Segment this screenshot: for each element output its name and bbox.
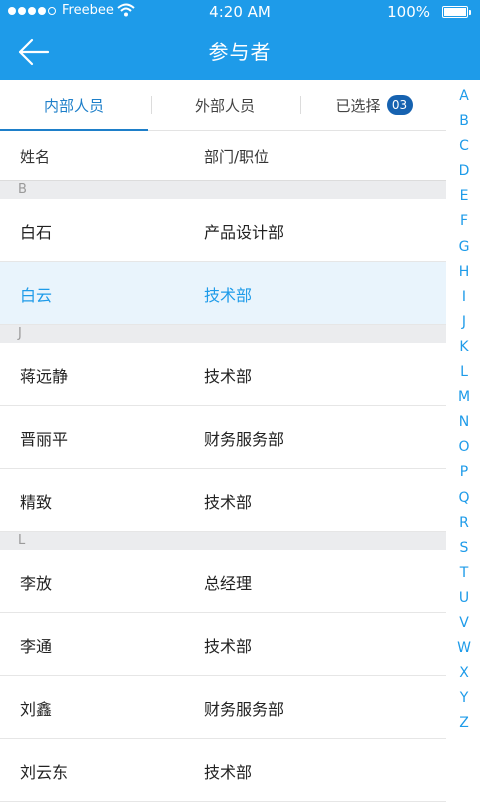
person-name: 蒋远静: [20, 367, 69, 386]
tab-selected[interactable]: 已选择 03: [300, 80, 448, 130]
table-row[interactable]: 精致 技术部: [0, 469, 446, 532]
tab-bar: 内部人员 外部人员 已选择 03: [0, 80, 446, 131]
person-dept: 财务服务部: [204, 700, 285, 719]
table-row[interactable]: 李通 技术部: [0, 613, 446, 676]
column-dept-header: 部门/职位: [204, 148, 270, 166]
person-name: 李放: [20, 574, 53, 593]
person-name: 白石: [20, 223, 53, 242]
person-dept: 技术部: [204, 286, 253, 305]
person-name: 精致: [20, 493, 53, 512]
index-letter-e[interactable]: E: [448, 184, 480, 209]
tab-external[interactable]: 外部人员: [151, 80, 299, 130]
section-header-l: L: [0, 532, 446, 550]
table-row[interactable]: 刘鑫 财务服务部: [0, 676, 446, 739]
index-letter-i[interactable]: I: [448, 285, 480, 310]
table-row[interactable]: 晋丽平 财务服务部: [0, 406, 446, 469]
selected-count-badge: 03: [386, 95, 413, 115]
index-letter-k[interactable]: K: [448, 335, 480, 360]
person-name: 白云: [20, 286, 53, 305]
index-letter-d[interactable]: D: [448, 159, 480, 184]
index-letter-v[interactable]: V: [448, 611, 480, 636]
index-letter-z[interactable]: Z: [448, 711, 480, 736]
contact-list: B 白石 产品设计部 白云 技术部 J 蒋远静 技术部 晋丽平 财务服务部 精致…: [0, 181, 446, 802]
index-letter-t[interactable]: T: [448, 561, 480, 586]
person-name: 刘云东: [20, 763, 69, 782]
index-letter-n[interactable]: N: [448, 410, 480, 435]
column-header: 姓名 部门/职位: [0, 131, 446, 181]
person-dept: 产品设计部: [204, 223, 285, 242]
tab-internal[interactable]: 内部人员: [0, 80, 148, 131]
person-dept: 总经理: [204, 574, 253, 593]
index-letter-u[interactable]: U: [448, 586, 480, 611]
person-dept: 技术部: [204, 637, 253, 656]
person-name: 刘鑫: [20, 700, 53, 719]
index-letter-j[interactable]: J: [448, 310, 480, 335]
person-name: 晋丽平: [20, 430, 69, 449]
tab-internal-label: 内部人员: [43, 96, 104, 115]
index-letter-r[interactable]: R: [448, 511, 480, 536]
section-header-b: B: [0, 181, 446, 199]
person-name: 李通: [20, 637, 53, 656]
battery-icon: [442, 6, 471, 18]
index-letter-w[interactable]: W: [448, 636, 480, 661]
column-name-header: 姓名: [20, 148, 51, 166]
index-letter-q[interactable]: Q: [448, 486, 480, 511]
status-bar: Freebee 4:20 AM 100%: [0, 0, 480, 24]
alphabet-index[interactable]: A B C D E F G H I J K L M N O P Q R S T …: [448, 84, 480, 736]
index-letter-b[interactable]: B: [448, 109, 480, 134]
index-letter-g[interactable]: G: [448, 235, 480, 260]
person-dept: 技术部: [204, 763, 253, 782]
index-letter-f[interactable]: F: [448, 209, 480, 234]
index-letter-l[interactable]: L: [448, 360, 480, 385]
person-dept: 技术部: [204, 493, 253, 512]
tab-external-label: 外部人员: [194, 96, 255, 115]
page-title: 参与者: [208, 40, 272, 64]
table-row[interactable]: 白云 技术部: [0, 262, 446, 325]
index-letter-s[interactable]: S: [448, 536, 480, 561]
table-row[interactable]: 刘云东 技术部: [0, 739, 446, 802]
section-header-j: J: [0, 325, 446, 343]
index-letter-x[interactable]: X: [448, 661, 480, 686]
index-letter-m[interactable]: M: [448, 385, 480, 410]
app-header: Freebee 4:20 AM 100% 参与者: [0, 0, 480, 80]
index-letter-h[interactable]: H: [448, 260, 480, 285]
table-row[interactable]: 蒋远静 技术部: [0, 343, 446, 406]
table-row[interactable]: 白石 产品设计部: [0, 199, 446, 262]
table-row[interactable]: 李放 总经理: [0, 550, 446, 613]
index-letter-c[interactable]: C: [448, 134, 480, 159]
index-letter-p[interactable]: P: [448, 460, 480, 485]
index-letter-y[interactable]: Y: [448, 686, 480, 711]
index-letter-o[interactable]: O: [448, 435, 480, 460]
person-dept: 技术部: [204, 367, 253, 386]
battery-percent: 100%: [387, 3, 430, 21]
person-dept: 财务服务部: [204, 430, 285, 449]
index-letter-a[interactable]: A: [448, 84, 480, 109]
tab-selected-label: 已选择: [335, 96, 381, 115]
